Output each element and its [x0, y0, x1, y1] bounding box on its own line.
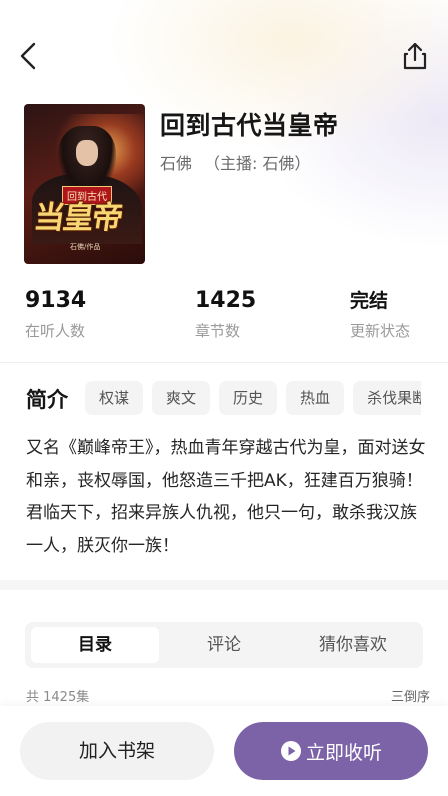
divider: [0, 362, 448, 363]
book-description: 又名《巅峰帝王》，热血青年穿越古代为皇，面对送女和亲，丧权辱国，他怒造三千把AK…: [26, 438, 426, 556]
stat-label: 更新状态: [350, 322, 411, 340]
cover-title: 当皇帝: [31, 200, 124, 236]
back-button[interactable]: [14, 40, 46, 72]
episode-meta-row: 共 1425集 三倒序: [0, 686, 448, 708]
nav-bar: [0, 30, 448, 82]
play-circle-icon: [280, 741, 301, 761]
tab-bar: 目录 评论 猜你喜欢: [25, 622, 423, 668]
book-title: 回到古代当皇帝: [160, 111, 339, 140]
narrator-info: （主播: 石佛）: [204, 154, 311, 173]
stat-label: 在听人数: [25, 322, 86, 340]
stats-row: 9134 在听人数 1425 章节数 完结 更新状态: [0, 286, 448, 346]
stat-status: 完结 更新状态: [350, 286, 410, 341]
intro-heading: 简介: [26, 388, 68, 412]
tag-chip[interactable]: 权谋: [85, 381, 144, 415]
stat-value: 9134: [25, 288, 87, 313]
listen-now-button[interactable]: 立即收听: [234, 722, 428, 780]
tag-list[interactable]: 权谋 爽文 历史 热血 杀伐果断: [85, 381, 421, 417]
add-to-shelf-button[interactable]: 加入书架: [20, 722, 214, 780]
tag-chip[interactable]: 历史: [219, 381, 278, 415]
share-icon: [403, 42, 427, 70]
stat-label: 章节数: [195, 322, 241, 340]
share-button[interactable]: [400, 40, 430, 72]
cover-face: [76, 140, 98, 166]
episode-count: 共 1425集: [26, 690, 90, 705]
tab-comments[interactable]: 评论: [160, 627, 288, 663]
tag-chip[interactable]: 爽文: [152, 381, 211, 415]
chevron-left-icon: [20, 42, 36, 70]
author-name[interactable]: 石佛: [160, 154, 192, 173]
section-divider: [0, 580, 448, 590]
tag-chip[interactable]: 杀伐果断: [353, 381, 421, 415]
bottom-action-bar: 加入书架 立即收听: [0, 706, 448, 796]
cover-author-tag: 石佛/作品: [70, 243, 101, 251]
tab-recommend[interactable]: 猜你喜欢: [289, 627, 417, 663]
tab-catalog[interactable]: 目录: [31, 627, 159, 663]
author-line: 石佛 （主播: 石佛）: [160, 150, 311, 174]
sort-toggle[interactable]: 三倒序: [391, 686, 430, 705]
stat-chapters: 1425 章节数: [195, 286, 256, 341]
stat-value: 1425: [195, 288, 257, 313]
intro-row: 简介 权谋 爽文 历史 热血 杀伐果断: [0, 380, 448, 418]
tag-chip[interactable]: 热血: [286, 381, 345, 415]
stat-value: 完结: [350, 290, 389, 312]
listen-now-label: 立即收听: [305, 741, 382, 764]
book-cover[interactable]: 回到古代 当皇帝 石佛/作品: [24, 104, 145, 264]
stat-listeners: 9134 在听人数: [25, 286, 86, 341]
